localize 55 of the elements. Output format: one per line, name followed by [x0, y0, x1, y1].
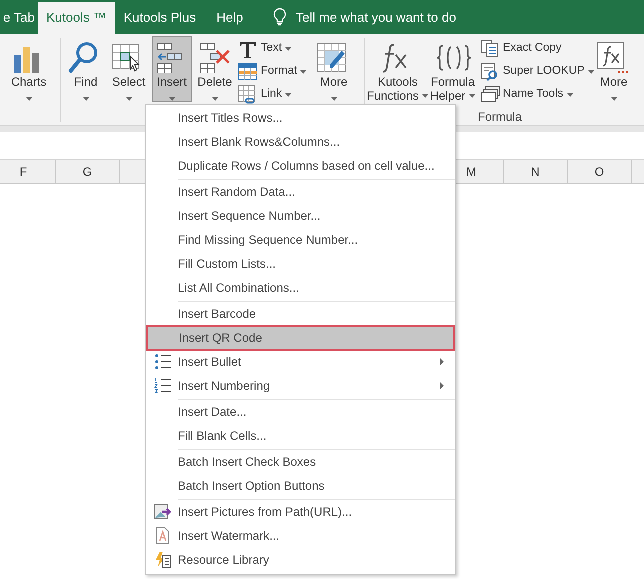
ribbon-button[interactable]: More — [594, 36, 634, 102]
column-header[interactable]: G — [82, 162, 92, 180]
bullet-list-icon — [154, 353, 172, 371]
menu-item[interactable]: Resource Library — [146, 548, 455, 572]
table-format-icon — [238, 62, 258, 82]
ribbon-small-button[interactable]: Format — [238, 60, 312, 83]
ribbon-button[interactable]: Kutools Functions — [370, 36, 426, 102]
ribbon-button[interactable]: More — [312, 36, 356, 102]
ribbon-button[interactable]: Delete — [194, 36, 236, 102]
copy-pages-icon — [480, 38, 500, 58]
column-header[interactable]: O — [594, 162, 604, 180]
stacked-cards-icon — [480, 84, 500, 104]
lightbulb-icon — [273, 8, 287, 26]
menu-item[interactable]: List All Combinations... — [146, 276, 455, 300]
ribbon-small-button[interactable]: Super LOOKUP — [480, 60, 594, 83]
tell-me-search[interactable]: Tell me what you want to do — [296, 2, 456, 34]
ribbon-tab[interactable]: Kutools Plus — [115, 2, 205, 34]
ribbon-button[interactable]: Select — [108, 36, 150, 102]
menu-item[interactable]: Duplicate Rows / Columns based on cell value... — [146, 154, 455, 178]
picture-arrow-icon — [154, 503, 172, 521]
ribbon-tab[interactable]: Help — [205, 2, 255, 34]
menu-item[interactable]: Batch Insert Option Buttons — [146, 474, 455, 498]
menu-item[interactable]: Insert Bullet — [146, 350, 455, 374]
ribbon-small-button[interactable]: Name Tools — [480, 83, 594, 106]
menu-item[interactable]: Insert Pictures from Path(URL)... — [146, 500, 455, 524]
numbered-list-icon — [154, 377, 172, 395]
column-header[interactable]: M — [466, 162, 476, 180]
menu-item[interactable]: Insert Random Data... — [146, 180, 455, 204]
menu-item[interactable]: Insert Watermark... — [146, 524, 455, 548]
ribbon-tab[interactable]: Kutools ™ — [38, 2, 115, 34]
menu-item[interactable]: Fill Custom Lists... — [146, 252, 455, 276]
document-letter-icon — [154, 527, 172, 545]
menu-item[interactable]: Fill Blank Cells... — [146, 424, 455, 448]
menu-item[interactable]: Batch Insert Check Boxes — [146, 450, 455, 474]
menu-item[interactable]: Insert Titles Rows... — [146, 106, 455, 130]
menu-item[interactable]: Insert Blank Rows&Columns... — [146, 130, 455, 154]
lightning-book-icon — [154, 551, 172, 569]
menu-item[interactable]: Insert Numbering — [146, 374, 455, 398]
ribbon-small-button[interactable]: Text — [238, 37, 312, 60]
ribbon-small-button[interactable]: Link — [238, 83, 312, 106]
menu-item[interactable]: Insert QR Code — [147, 326, 454, 350]
menu-item[interactable]: Insert Date... — [146, 400, 455, 424]
lookup-icon — [480, 62, 500, 82]
group-label: Formula — [478, 109, 522, 126]
menu-item[interactable]: Find Missing Sequence Number... — [146, 228, 455, 252]
menu-item[interactable]: Insert Barcode — [146, 302, 455, 326]
ribbon-small-button[interactable]: Exact Copy — [480, 37, 594, 60]
ribbon-button[interactable]: Formula Helper — [428, 36, 478, 102]
ribbon-button[interactable]: Insert — [152, 36, 192, 102]
ribbon-button[interactable]: Charts — [6, 36, 52, 102]
ribbon-button[interactable]: Find — [66, 36, 106, 102]
ribbon-tab[interactable]: e Tab — [0, 2, 38, 34]
menu-item[interactable]: Insert Sequence Number... — [146, 204, 455, 228]
column-header[interactable]: N — [531, 162, 540, 180]
column-header[interactable]: F — [20, 162, 28, 180]
